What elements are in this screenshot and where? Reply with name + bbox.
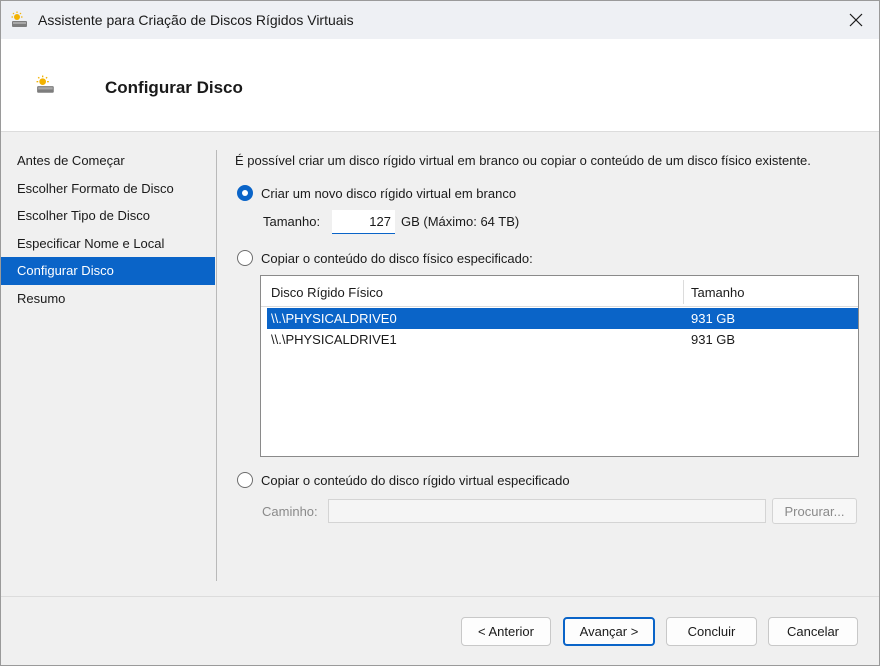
next-button[interactable]: Avançar >: [563, 617, 655, 646]
title-bar: Assistente para Criação de Discos Rígido…: [1, 1, 879, 39]
footer-divider: [1, 596, 879, 597]
browse-button[interactable]: Procurar...: [772, 498, 857, 524]
wizard-steps-nav: Antes de Começar Escolher Formato de Dis…: [1, 147, 215, 313]
close-button[interactable]: [833, 1, 879, 39]
table-row[interactable]: \\.\PHYSICALDRIVE0 931 GB: [267, 308, 858, 329]
nav-item-escolher-tipo[interactable]: Escolher Tipo de Disco: [1, 202, 215, 230]
virtual-disk-icon: [36, 75, 54, 93]
path-input[interactable]: [328, 499, 766, 523]
nav-item-nome-e-local[interactable]: Especificar Nome e Local: [1, 230, 215, 258]
back-button[interactable]: < Anterior: [461, 617, 551, 646]
cancel-button[interactable]: Cancelar: [768, 617, 858, 646]
close-icon: [849, 13, 863, 27]
table-row[interactable]: \\.\PHYSICALDRIVE1 931 GB: [267, 329, 858, 350]
option-new-disk-label: Criar um novo disco rígido virtual em br…: [261, 185, 517, 201]
option-virtual-disk-label: Copiar o conteúdo do disco rígido virtua…: [261, 472, 570, 488]
disk-name-cell: \\.\PHYSICALDRIVE1: [271, 332, 397, 347]
radio-new-disk[interactable]: [237, 185, 253, 201]
page-header: Configurar Disco: [1, 39, 879, 132]
page-title: Configurar Disco: [105, 78, 243, 97]
column-separator[interactable]: [683, 280, 684, 304]
column-header-size[interactable]: Tamanho: [691, 285, 744, 300]
intro-text: É possível criar um disco rígido virtual…: [235, 153, 811, 168]
option-virtual-disk[interactable]: Copiar o conteúdo do disco rígido virtua…: [237, 472, 570, 488]
nav-divider: [216, 150, 217, 581]
window-title: Assistente para Criação de Discos Rígido…: [38, 12, 354, 28]
option-physical-disk[interactable]: Copiar o conteúdo do disco físico especi…: [237, 250, 533, 266]
virtual-disk-icon: [11, 11, 27, 27]
nav-item-resumo[interactable]: Resumo: [1, 285, 215, 313]
option-physical-disk-label: Copiar o conteúdo do disco físico especi…: [261, 250, 533, 266]
size-unit-text: GB (Máximo: 64 TB): [401, 214, 520, 229]
size-label: Tamanho:: [263, 214, 321, 229]
disk-size-cell: 931 GB: [691, 332, 736, 347]
disk-name-cell: \\.\PHYSICALDRIVE0: [271, 311, 397, 326]
radio-physical-disk[interactable]: [237, 250, 253, 266]
path-label: Caminho:: [262, 504, 318, 519]
wizard-window: Assistente para Criação de Discos Rígido…: [0, 0, 880, 666]
physical-disk-table[interactable]: Disco Rígido Físico Tamanho \\.\PHYSICAL…: [260, 275, 859, 457]
table-header: Disco Rígido Físico Tamanho: [261, 276, 858, 307]
nav-item-escolher-formato[interactable]: Escolher Formato de Disco: [1, 175, 215, 203]
option-new-disk[interactable]: Criar um novo disco rígido virtual em br…: [237, 185, 516, 201]
nav-item-configurar-disco[interactable]: Configurar Disco: [1, 257, 215, 285]
column-header-disk[interactable]: Disco Rígido Físico: [271, 285, 383, 300]
disk-size-cell: 931 GB: [691, 311, 736, 326]
radio-virtual-disk[interactable]: [237, 472, 253, 488]
size-input[interactable]: [332, 210, 395, 234]
finish-button[interactable]: Concluir: [666, 617, 757, 646]
nav-item-antes-de-comecar[interactable]: Antes de Começar: [1, 147, 215, 175]
